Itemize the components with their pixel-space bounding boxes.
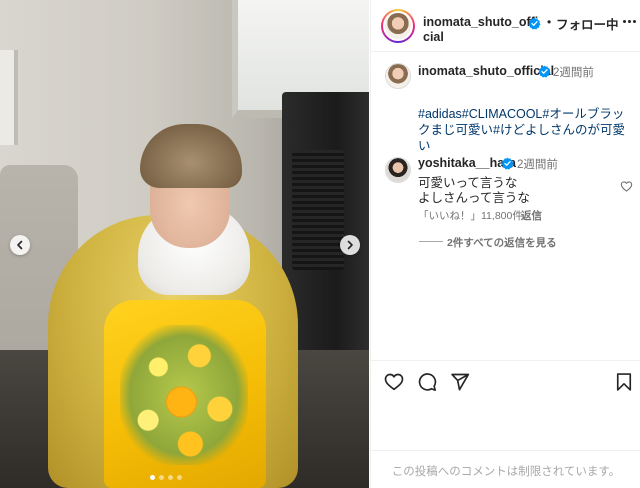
post-photo[interactable] xyxy=(0,0,369,488)
post-side-panel: inomata_shuto_offi cial • フォロー中 inomata_… xyxy=(370,0,640,488)
comment-avatar[interactable] xyxy=(385,157,411,183)
author-username[interactable]: inomata_shuto_offi xyxy=(423,14,541,30)
chevron-left-icon xyxy=(17,240,23,250)
comment-text-line2: よしさんって言うな xyxy=(418,191,530,205)
comment-like-heart-icon[interactable] xyxy=(620,180,633,193)
photo-window-left xyxy=(0,50,18,145)
heart-icon[interactable] xyxy=(384,372,404,392)
carousel-dot xyxy=(150,475,155,480)
bookmark-icon[interactable] xyxy=(614,372,634,392)
comment-reply-button[interactable]: 返信 xyxy=(521,208,542,223)
caption-username[interactable]: inomata_shuto_official xyxy=(418,64,554,78)
comments-disabled-notice: この投稿へのコメントは制限されています。 xyxy=(391,466,621,478)
header-separator: • xyxy=(547,15,552,29)
view-replies-line xyxy=(419,241,443,242)
carousel-dot xyxy=(159,475,164,480)
author-username-continued[interactable]: cial xyxy=(423,30,444,44)
comment-avatar-image xyxy=(386,158,410,182)
more-options-icon[interactable] xyxy=(621,13,637,29)
comment-timestamp[interactable]: 2週間前 xyxy=(517,156,558,172)
caption-hashtags[interactable]: #adidas#CLIMACOOL#オールブラックまじ可愛い#けどよしさんのが可… xyxy=(418,106,633,154)
photo-bouquet-flowers xyxy=(120,325,248,465)
paper-plane-icon[interactable] xyxy=(450,372,470,392)
view-replies-button[interactable]: 2件すべての返信を見る xyxy=(447,235,557,250)
comment-bar-divider xyxy=(371,450,640,451)
caption-timestamp[interactable]: 2週間前 xyxy=(553,64,594,80)
verified-badge-icon xyxy=(538,65,551,78)
carousel-prev-button[interactable] xyxy=(10,235,30,255)
carousel-dot xyxy=(177,475,182,480)
verified-badge-icon xyxy=(528,17,541,30)
author-avatar-image xyxy=(383,11,413,41)
comment-like-count[interactable]: 「いいね！」11,800件 xyxy=(418,208,523,223)
actions-divider xyxy=(371,360,640,361)
comment-icon[interactable] xyxy=(417,372,437,392)
post-header: inomata_shuto_offi cial • フォロー中 xyxy=(371,0,640,52)
carousel-dot xyxy=(168,475,173,480)
chevron-right-icon xyxy=(347,240,353,250)
following-button[interactable]: フォロー中 xyxy=(556,14,619,33)
caption-avatar[interactable] xyxy=(385,63,411,89)
carousel-next-button[interactable] xyxy=(340,235,360,255)
caption-avatar-image xyxy=(386,64,410,88)
carousel-dots xyxy=(150,475,182,480)
photo-speaker-grille xyxy=(292,150,344,270)
verified-badge-icon xyxy=(501,157,514,170)
author-avatar[interactable] xyxy=(381,9,415,43)
